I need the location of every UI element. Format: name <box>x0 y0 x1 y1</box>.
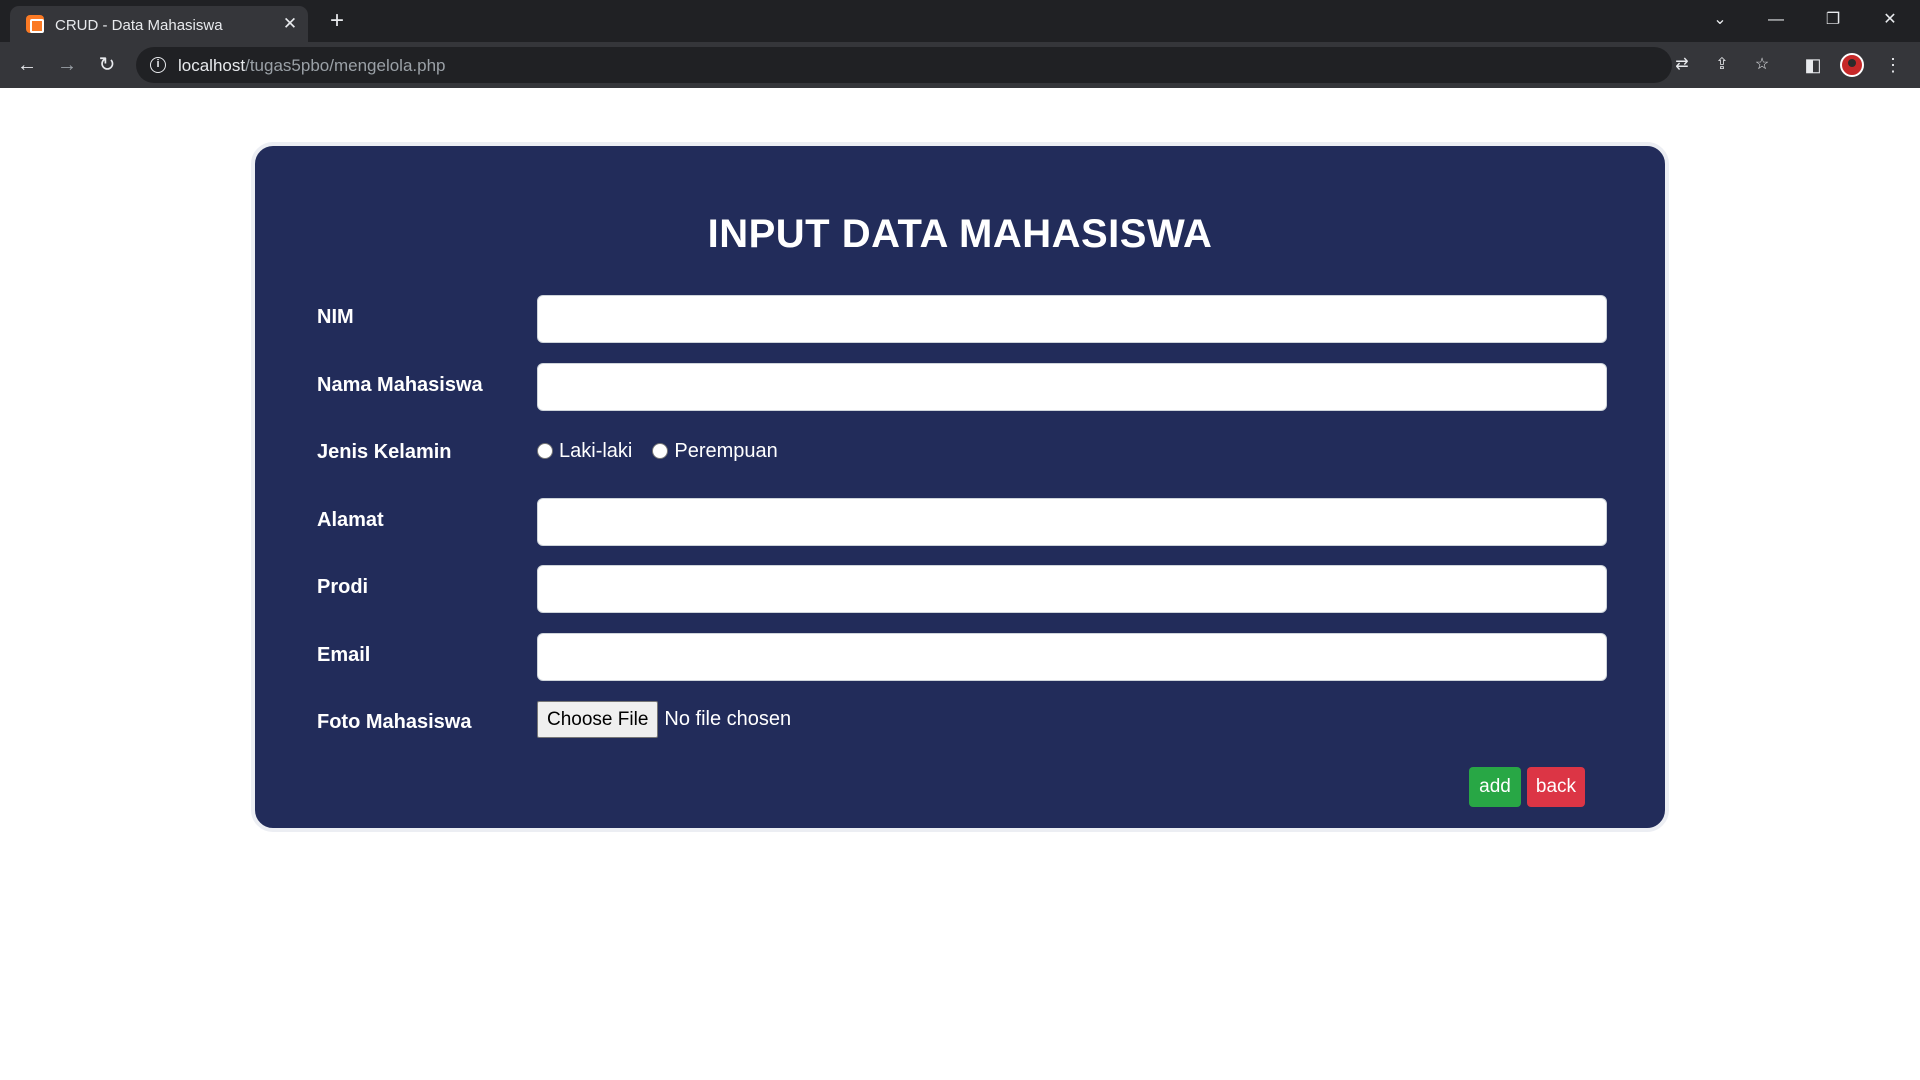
share-icon[interactable]: ⇪ <box>1710 53 1734 77</box>
perempuan-radio[interactable] <box>652 443 669 459</box>
email-input[interactable] <box>537 633 1607 681</box>
nim-label: NIM <box>317 306 354 328</box>
window-close-icon[interactable]: ✕ <box>1876 8 1904 32</box>
bookmark-star-icon[interactable]: ☆ <box>1750 53 1774 77</box>
alamat-input[interactable] <box>537 498 1607 546</box>
input-form-card: INPUT DATA MAHASISWA NIM Nama Mahasiswa … <box>251 142 1669 832</box>
nim-input[interactable] <box>537 295 1607 343</box>
nama-mahasiswa-input[interactable] <box>537 363 1607 411</box>
browser-tab-strip: CRUD - Data Mahasiswa ✕ + ⌄ — ❐ ✕ <box>0 0 1920 42</box>
url-host: localhost <box>178 56 246 75</box>
back-button[interactable]: back <box>1527 767 1585 807</box>
xampp-favicon-icon <box>26 15 44 33</box>
jenis-kelamin-radio-group: Laki-laki Perempuan <box>537 436 798 466</box>
prodi-input[interactable] <box>537 565 1607 613</box>
laki-laki-radio-label[interactable]: Laki-laki <box>559 440 632 463</box>
file-status-text: No file chosen <box>664 708 792 730</box>
browser-toolbar: ← → ↻ i localhost/tugas5pbo/mengelola.ph… <box>0 42 1920 88</box>
laki-laki-radio[interactable] <box>537 443 553 459</box>
perempuan-radio-label[interactable]: Perempuan <box>674 440 777 463</box>
url-path: /tugas5pbo/mengelola.php <box>245 56 446 75</box>
choose-file-button[interactable]: Choose File <box>537 701 659 738</box>
new-tab-icon[interactable]: + <box>325 9 349 34</box>
forward-arrow-icon[interactable]: → <box>53 51 81 79</box>
menu-kebab-icon[interactable]: ⋮ <box>1879 51 1907 79</box>
url-text[interactable]: localhost/tugas5pbo/mengelola.php <box>178 56 446 76</box>
add-button[interactable]: add <box>1469 767 1521 807</box>
alamat-label: Alamat <box>317 509 384 531</box>
back-arrow-icon[interactable]: ← <box>13 51 41 79</box>
browser-tab[interactable]: CRUD - Data Mahasiswa ✕ <box>10 6 308 42</box>
address-bar[interactable]: i localhost/tugas5pbo/mengelola.php ⇄ ⇪ … <box>136 47 1769 83</box>
restore-icon[interactable]: ❐ <box>1819 8 1847 32</box>
side-panel-icon[interactable]: ◧ <box>1799 51 1827 79</box>
form-title: INPUT DATA MAHASISWA <box>707 212 1213 256</box>
reload-icon[interactable]: ↻ <box>93 51 121 79</box>
email-label: Email <box>317 644 371 666</box>
translate-icon[interactable]: ⇄ <box>1670 53 1694 77</box>
tab-close-icon[interactable]: ✕ <box>280 14 300 34</box>
minimize-icon[interactable]: — <box>1762 8 1790 32</box>
foto-file-input: Choose File No file chosen <box>537 701 791 738</box>
prodi-label: Prodi <box>317 576 369 598</box>
nama-mahasiswa-label: Nama Mahasiswa <box>317 374 483 396</box>
foto-mahasiswa-label: Foto Mahasiswa <box>317 711 472 733</box>
tab-title: CRUD - Data Mahasiswa <box>55 17 223 34</box>
site-info-icon[interactable]: i <box>150 57 166 73</box>
tab-search-icon[interactable]: ⌄ <box>1706 8 1734 32</box>
jenis-kelamin-label: Jenis Kelamin <box>317 441 452 463</box>
profile-avatar[interactable] <box>1840 53 1864 77</box>
